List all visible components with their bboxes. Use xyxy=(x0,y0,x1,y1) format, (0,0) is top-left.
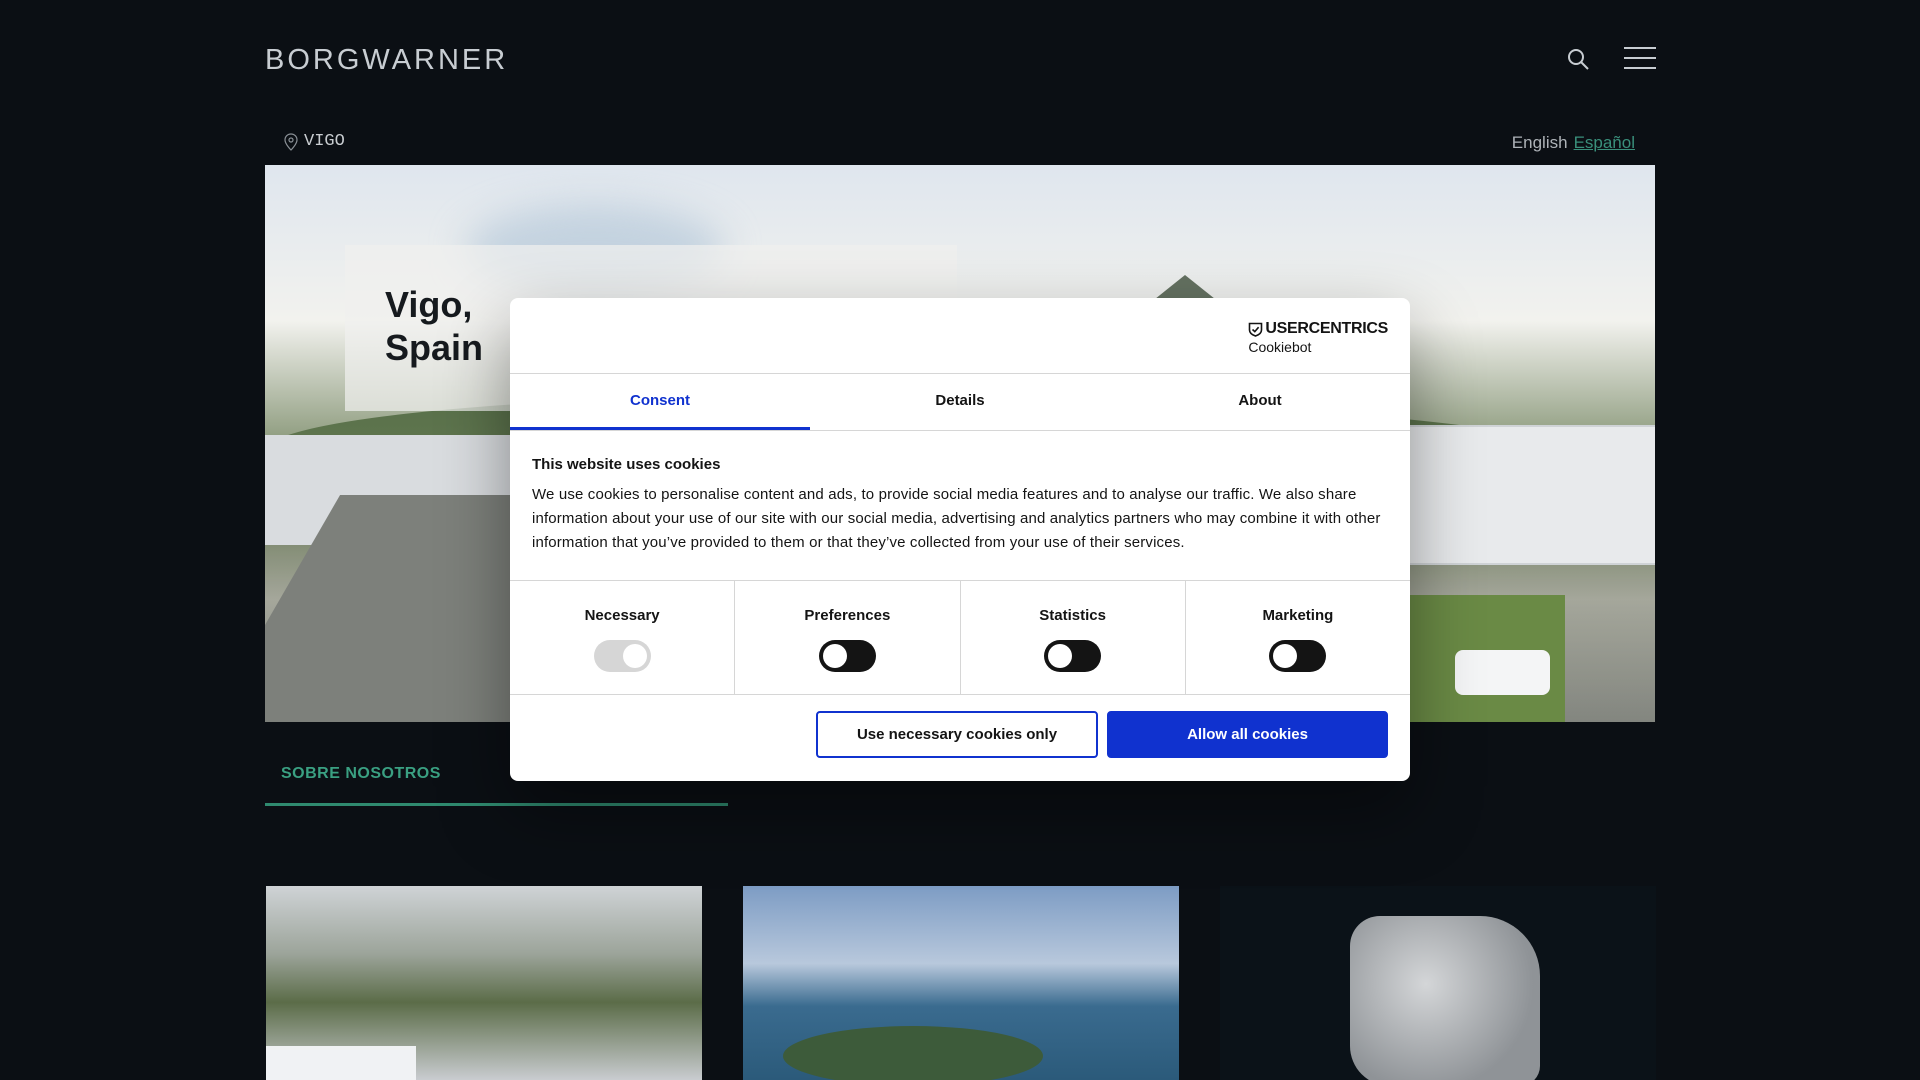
category-preferences: Preferences xyxy=(735,581,961,694)
category-statistics: Statistics xyxy=(961,581,1186,694)
divider xyxy=(510,430,1410,431)
category-necessary: Necessary xyxy=(510,581,736,694)
category-label: Statistics xyxy=(1039,607,1106,624)
cookie-heading: This website uses cookies xyxy=(532,456,721,473)
cookie-text-section: This website uses cookies We use cookies… xyxy=(532,456,1388,555)
cookie-consent-dialog: USERCENTRICS Cookiebot Consent Details A… xyxy=(510,298,1410,781)
tab-about[interactable]: About xyxy=(1110,374,1410,430)
statistics-toggle[interactable] xyxy=(1044,640,1102,672)
use-necessary-cookies-button[interactable]: Use necessary cookies only xyxy=(816,711,1098,758)
preferences-toggle[interactable] xyxy=(818,640,876,672)
cookie-description: We use cookies to personalise content an… xyxy=(532,486,1381,551)
category-label: Necessary xyxy=(584,607,660,624)
cookie-category-toggles: Necessary Preferences Statistics Marketi… xyxy=(510,581,1410,694)
toggle-knob xyxy=(822,644,847,668)
cookie-tabs: Consent Details About xyxy=(510,374,1410,430)
category-label: Marketing xyxy=(1262,607,1334,624)
allow-all-cookies-button[interactable]: Allow all cookies xyxy=(1107,711,1388,758)
shield-check-icon xyxy=(1249,322,1263,337)
divider xyxy=(510,694,1410,695)
category-label: Preferences xyxy=(804,607,891,624)
tab-details[interactable]: Details xyxy=(810,374,1110,430)
toggle-knob xyxy=(1273,644,1298,668)
tab-consent[interactable]: Consent xyxy=(510,374,810,430)
brand-main: USERCENTRICS xyxy=(1265,320,1388,337)
necessary-toggle[interactable] xyxy=(593,640,651,672)
toggle-knob xyxy=(1048,644,1073,668)
brand-sub: Cookiebot xyxy=(1248,339,1312,355)
marketing-toggle[interactable] xyxy=(1269,640,1327,672)
toggle-knob xyxy=(622,644,647,668)
category-marketing: Marketing xyxy=(1186,581,1410,694)
cookiebot-logo[interactable]: USERCENTRICS Cookiebot xyxy=(1248,320,1388,355)
